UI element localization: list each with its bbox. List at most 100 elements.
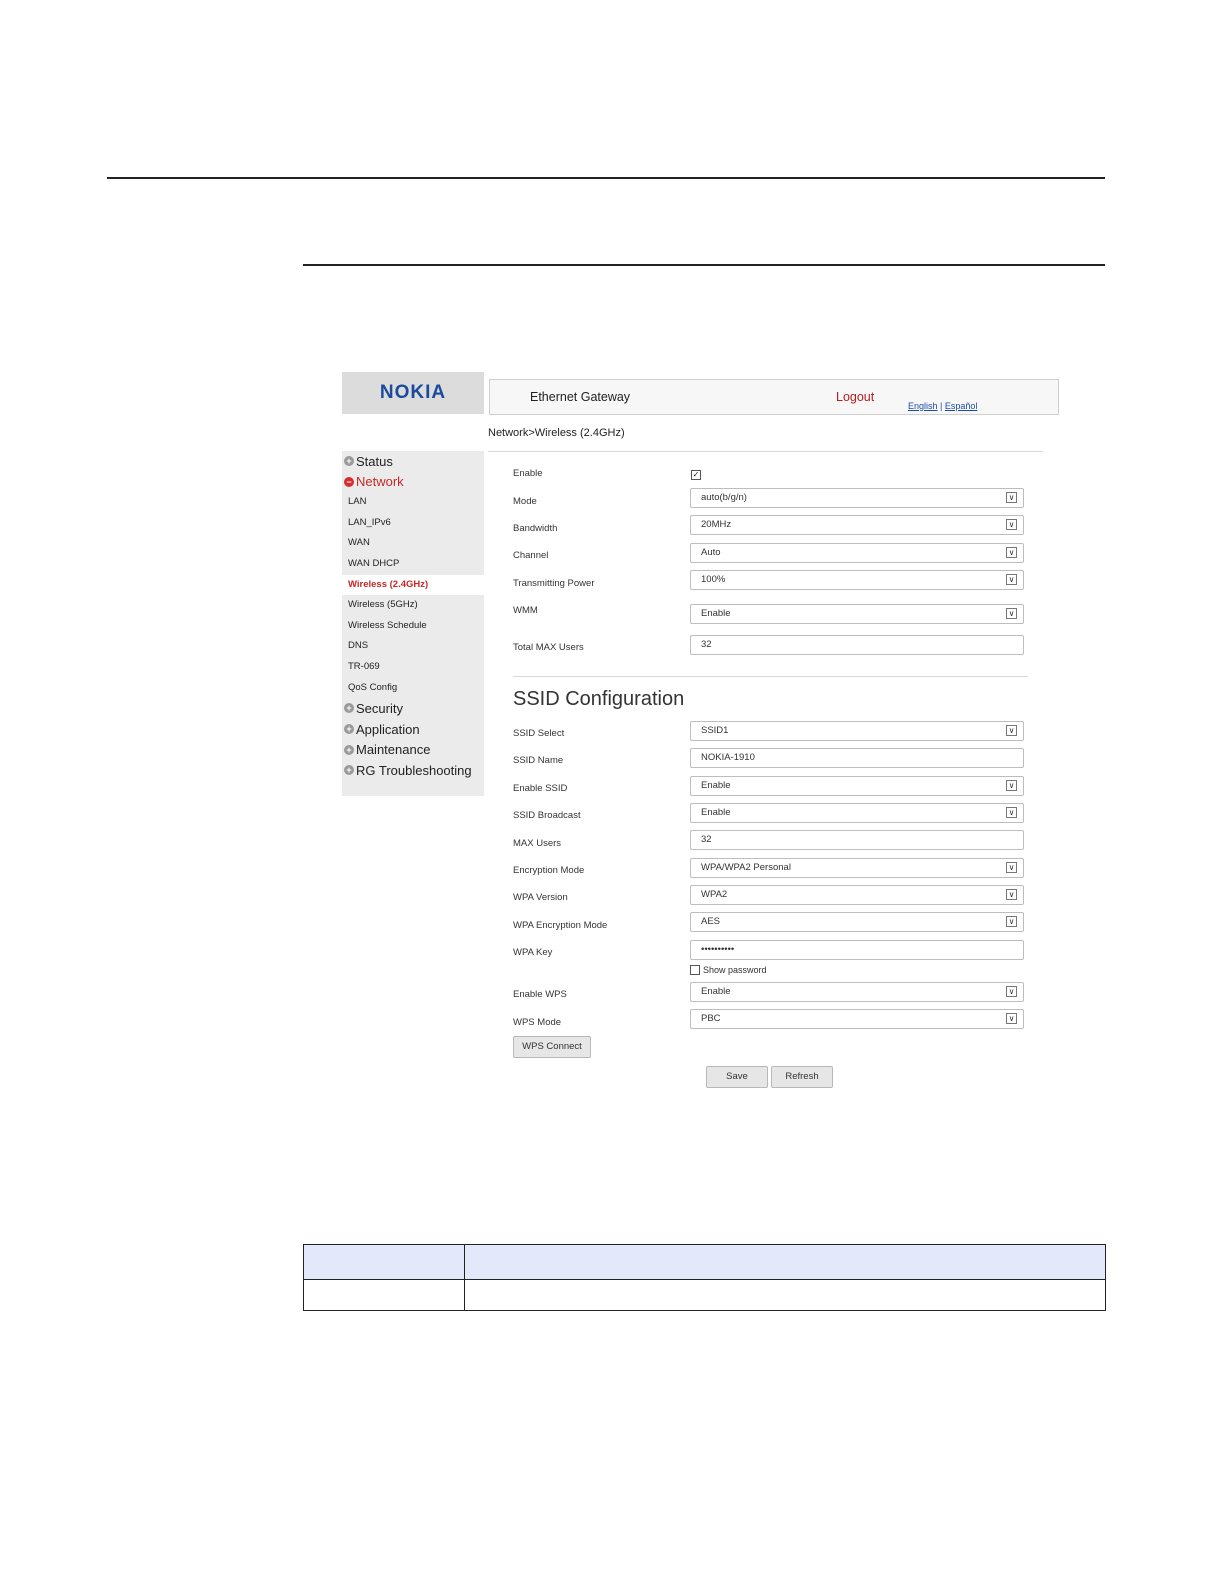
sidebar-item-label: Maintenance <box>356 742 431 758</box>
wpa-key-label: WPA Key <box>513 947 553 958</box>
mode-value: auto(b/g/n) <box>701 492 747 503</box>
sidebar-item-rg-troubleshooting[interactable]: + RG Troubleshooting <box>342 760 484 781</box>
enable-wps-select[interactable]: Enable ∨ <box>690 982 1024 1002</box>
sidebar-item-tr-069[interactable]: TR-069 <box>342 657 484 678</box>
ssid-broadcast-label: SSID Broadcast <box>513 810 581 821</box>
encryption-mode-value: WPA/WPA2 Personal <box>701 862 791 873</box>
total-max-users-input[interactable]: 32 <box>690 635 1024 655</box>
enable-wps-value: Enable <box>701 986 731 997</box>
wmm-select[interactable]: Enable ∨ <box>690 604 1024 624</box>
encryption-mode-label: Encryption Mode <box>513 865 585 876</box>
lang-spanish-link[interactable]: Español <box>945 401 978 411</box>
sidebar-item-label: Wireless Schedule <box>348 619 427 631</box>
show-password-toggle[interactable]: Show password <box>690 965 767 975</box>
sidebar-item-qos-config[interactable]: QoS Config <box>342 678 484 699</box>
collapse-icon: − <box>344 476 354 487</box>
enable-ssid-select[interactable]: Enable ∨ <box>690 776 1024 796</box>
sidebar-item-label: Security <box>356 700 403 716</box>
table-header-cell <box>303 1244 465 1280</box>
expand-icon: + <box>344 724 354 735</box>
sidebar-item-wireless-schedule[interactable]: Wireless Schedule <box>342 616 484 637</box>
wpa-key-value: •••••••••• <box>701 944 735 955</box>
chevron-down-icon: ∨ <box>1006 889 1017 900</box>
expand-icon: + <box>344 456 354 467</box>
wpa-key-input[interactable]: •••••••••• <box>690 940 1024 960</box>
sidebar-item-lan[interactable]: LAN <box>342 492 484 513</box>
page-rule-top <box>107 177 1105 179</box>
refresh-button[interactable]: Refresh <box>771 1066 833 1088</box>
sidebar-item-maintenance[interactable]: + Maintenance <box>342 739 484 760</box>
nokia-logo: NOKIA <box>379 382 447 403</box>
channel-select[interactable]: Auto ∨ <box>690 543 1024 563</box>
save-button[interactable]: Save <box>706 1066 768 1088</box>
sidebar-item-label: Wireless (2.4GHz) <box>348 578 429 590</box>
sidebar-item-lan-ipv6[interactable]: LAN_IPv6 <box>342 513 484 534</box>
ssid-select[interactable]: SSID1 ∨ <box>690 721 1024 741</box>
sidebar-item-label: DNS <box>348 640 369 652</box>
sidebar-item-wan-dhcp[interactable]: WAN DHCP <box>342 554 484 575</box>
sidebar-item-dns[interactable]: DNS <box>342 636 484 657</box>
expand-icon: + <box>344 703 354 714</box>
max-users-value: 32 <box>701 834 712 845</box>
wmm-label: WMM <box>513 605 538 616</box>
lang-english-link[interactable]: English <box>908 401 938 411</box>
breadcrumb: Network>Wireless (2.4GHz) <box>488 427 625 439</box>
sidebar-item-label: LAN_IPv6 <box>348 516 391 528</box>
chevron-down-icon: ∨ <box>1006 547 1017 558</box>
section-divider <box>513 676 1028 677</box>
sidebar-item-wireless-5ghz[interactable]: Wireless (5GHz) <box>342 595 484 616</box>
mode-select[interactable]: auto(b/g/n) ∨ <box>690 488 1024 508</box>
wpa-version-label: WPA Version <box>513 892 568 903</box>
sidebar-item-wireless-2-4ghz[interactable]: Wireless (2.4GHz) <box>342 574 484 596</box>
sidebar-item-wan[interactable]: WAN <box>342 533 484 554</box>
enable-checkbox[interactable]: ✓ <box>691 470 701 480</box>
show-password-label: Show password <box>703 965 767 975</box>
ssid-name-input[interactable]: NOKIA-1910 <box>690 748 1024 768</box>
parameter-table <box>303 1244 1106 1311</box>
logout-link[interactable]: Logout <box>836 390 874 404</box>
power-select[interactable]: 100% ∨ <box>690 570 1024 590</box>
sidebar-item-application[interactable]: + Application <box>342 719 484 740</box>
channel-value: Auto <box>701 547 721 558</box>
max-users-label: MAX Users <box>513 838 562 849</box>
sidebar-nav: + Status − Network LAN LAN_IPv6 WAN WAN DHCP Wir… <box>342 451 484 781</box>
sidebar-item-security[interactable]: + Security <box>342 698 484 719</box>
wps-mode-select[interactable]: PBC ∨ <box>690 1009 1024 1029</box>
power-value: 100% <box>701 574 726 585</box>
wps-connect-button[interactable]: WPS Connect <box>513 1036 591 1058</box>
language-switcher: English | Español <box>908 401 977 411</box>
channel-label: Channel <box>513 550 549 561</box>
chevron-down-icon: ∨ <box>1006 492 1017 503</box>
sidebar-item-status[interactable]: + Status <box>342 451 484 472</box>
table-header-cell <box>464 1244 1106 1280</box>
table-cell <box>464 1279 1106 1311</box>
ssid-broadcast-select[interactable]: Enable ∨ <box>690 803 1024 823</box>
wpa-version-select[interactable]: WPA2 ∨ <box>690 885 1024 905</box>
bandwidth-select[interactable]: 20MHz ∨ <box>690 515 1024 535</box>
encryption-mode-select[interactable]: WPA/WPA2 Personal ∨ <box>690 858 1024 878</box>
sidebar-item-label: Network <box>356 474 404 490</box>
bandwidth-label: Bandwidth <box>513 523 558 534</box>
table-header-row <box>303 1244 1106 1280</box>
chevron-down-icon: ∨ <box>1006 725 1017 736</box>
sidebar-item-label: TR-069 <box>348 660 380 672</box>
max-users-input[interactable]: 32 <box>690 830 1024 850</box>
bandwidth-value: 20MHz <box>701 519 732 530</box>
chevron-down-icon: ∨ <box>1006 916 1017 927</box>
section-rule <box>303 264 1105 266</box>
sidebar-item-label: WAN <box>348 537 370 549</box>
ssid-name-label: SSID Name <box>513 755 564 766</box>
chevron-down-icon: ∨ <box>1006 862 1017 873</box>
ssid-broadcast-value: Enable <box>701 807 731 818</box>
chevron-down-icon: ∨ <box>1006 608 1017 619</box>
chevron-down-icon: ∨ <box>1006 1013 1017 1024</box>
mode-label: Mode <box>513 496 537 507</box>
expand-icon: + <box>344 744 354 755</box>
sidebar-item-network[interactable]: − Network <box>342 472 484 493</box>
sidebar-item-label: WAN DHCP <box>348 557 400 569</box>
chevron-down-icon: ∨ <box>1006 986 1017 997</box>
sidebar-item-label: Application <box>356 721 420 737</box>
sidebar-item-label: LAN <box>348 496 367 508</box>
wpa-encryption-select[interactable]: AES ∨ <box>690 912 1024 932</box>
show-password-checkbox[interactable] <box>690 965 700 975</box>
